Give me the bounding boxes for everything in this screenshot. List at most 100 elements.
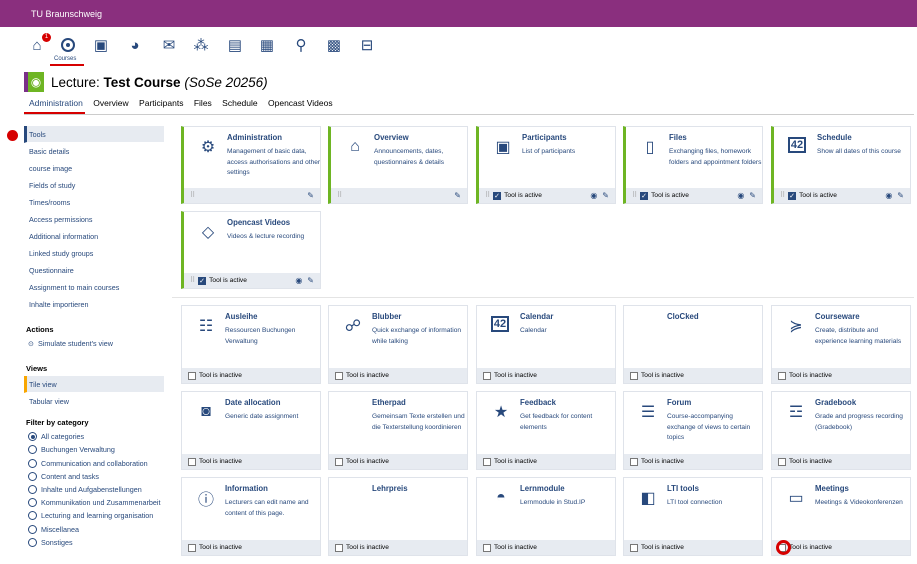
tool-toggle-checkbox[interactable] bbox=[630, 371, 638, 380]
tabular-view-option[interactable]: Tabular view bbox=[24, 393, 164, 411]
category-radio[interactable]: Content and tasks bbox=[24, 470, 164, 483]
radio-button[interactable] bbox=[28, 458, 37, 468]
radio-button[interactable] bbox=[28, 485, 37, 495]
profile-icon[interactable]: ▤ bbox=[226, 36, 244, 54]
sidebar-item-questionnaire[interactable]: Questionnaire bbox=[24, 262, 164, 279]
sidebar-item-main-courses[interactable]: Assignment to main courses bbox=[24, 279, 164, 296]
edit-icon[interactable]: ✎ bbox=[749, 191, 756, 200]
radio-button[interactable] bbox=[28, 537, 37, 547]
tool-toggle-checkbox[interactable] bbox=[483, 371, 491, 380]
tool-toggle-checkbox[interactable] bbox=[630, 543, 638, 552]
visibility-eye-icon[interactable]: ◉ bbox=[590, 191, 597, 200]
radio-button[interactable] bbox=[28, 445, 37, 455]
people-icon[interactable]: ⁂ bbox=[192, 36, 210, 54]
home-icon[interactable]: ⌂ 1 bbox=[28, 33, 51, 54]
drag-handle-icon[interactable]: ⠿ bbox=[485, 188, 490, 203]
tool-tile-forum[interactable]: ☰ Forum Course-accompanying exchange of vi… bbox=[623, 391, 763, 470]
tool-toggle-checkbox[interactable] bbox=[493, 189, 502, 204]
category-radio[interactable]: All categories bbox=[24, 430, 164, 443]
tool-tile-calendar[interactable]: 42 Calendar Calendar Tool is inactive bbox=[476, 305, 616, 384]
edit-icon[interactable]: ✎ bbox=[307, 276, 314, 285]
sidebar-item-access-permissions[interactable]: Access permissions bbox=[24, 211, 164, 228]
tool-tile-lehrpreis[interactable]: Lehrpreis Tool is inactive bbox=[328, 477, 468, 556]
drag-handle-icon[interactable]: ⠿ bbox=[190, 188, 195, 203]
edit-icon[interactable]: ✎ bbox=[602, 191, 609, 200]
tool-tile-clocked[interactable]: CloCked Tool is inactive bbox=[623, 305, 763, 384]
tool-tile-files[interactable]: ▯ Files Exchanging files, homework folders… bbox=[623, 126, 763, 204]
tool-tile-administration[interactable]: ⚙ Administration Management of basic data,… bbox=[181, 126, 321, 204]
radio-button[interactable] bbox=[28, 511, 37, 521]
tool-toggle-checkbox[interactable] bbox=[188, 457, 196, 466]
radio-button[interactable] bbox=[28, 524, 37, 534]
tool-tile-ausleihe[interactable]: ☷ Ausleihe Ressourcen Buchungen Verwaltung… bbox=[181, 305, 321, 384]
drag-handle-icon[interactable]: ⠿ bbox=[337, 188, 342, 203]
tool-tile-information[interactable]: ⓘ Information Lecturers can edit name and … bbox=[181, 477, 321, 556]
tool-toggle-checkbox[interactable] bbox=[483, 543, 491, 552]
tool-tile-overview[interactable]: ⌂ Overview Announcements, dates, questionn… bbox=[328, 126, 468, 204]
category-radio[interactable]: Inhalte und Aufgabenstellungen bbox=[24, 483, 164, 496]
community-icon[interactable]: ◕ bbox=[126, 36, 144, 54]
tool-tile-etherpad[interactable]: Etherpad Gemeinsam Texte erstellen und di… bbox=[328, 391, 468, 470]
tool-tile-participants[interactable]: ▣ Participants List of participants ⠿ Tool i… bbox=[476, 126, 616, 204]
drag-handle-icon[interactable]: ⠿ bbox=[190, 273, 195, 288]
tools-icon[interactable]: ▩ bbox=[325, 36, 343, 54]
tool-tile-lernmodule[interactable]: ◓ Lernmodule Lernmodule in Stud.IP Tool is … bbox=[476, 477, 616, 556]
courses-icon[interactable] bbox=[59, 36, 77, 54]
tile-view-option[interactable]: Tile view bbox=[24, 376, 164, 394]
simulate-student-view-link[interactable]: ⊙ Simulate student's view bbox=[24, 337, 164, 350]
sidebar-item-basic-details[interactable]: Basic details bbox=[24, 143, 164, 160]
tool-toggle-checkbox[interactable] bbox=[778, 371, 786, 380]
tool-tile-courseware[interactable]: ≽ Courseware Create, distribute and experi… bbox=[771, 305, 911, 384]
drag-handle-icon[interactable]: ⠿ bbox=[780, 188, 785, 203]
tool-tile-opencast-videos[interactable]: ◇ Opencast Videos Videos & lecture recordi… bbox=[181, 211, 321, 289]
tool-toggle-checkbox[interactable] bbox=[788, 189, 797, 204]
tab-schedule[interactable]: Schedule bbox=[222, 98, 257, 108]
tool-tile-blubber[interactable]: ☍ Blubber Quick exchange of information wh… bbox=[328, 305, 468, 384]
tool-toggle-checkbox[interactable] bbox=[335, 371, 343, 380]
sidebar-item-tools[interactable]: Tools bbox=[24, 126, 164, 143]
tab-administration[interactable]: Administration bbox=[29, 98, 83, 108]
tool-toggle-checkbox[interactable] bbox=[640, 189, 649, 204]
tool-toggle-checkbox[interactable] bbox=[483, 457, 491, 466]
edit-icon[interactable]: ✎ bbox=[897, 191, 904, 200]
messages-icon[interactable]: ✉ bbox=[160, 36, 178, 54]
tab-overview[interactable]: Overview bbox=[93, 98, 128, 108]
edit-icon[interactable]: ✎ bbox=[454, 191, 461, 200]
visibility-eye-icon[interactable]: ◉ bbox=[295, 276, 302, 285]
tab-opencast[interactable]: Opencast Videos bbox=[268, 98, 333, 108]
tool-tile-lti-tools[interactable]: ◧ LTI tools LTI tool connection Tool is ina… bbox=[623, 477, 763, 556]
visibility-eye-icon[interactable]: ◉ bbox=[737, 191, 744, 200]
tool-tile-date-allocation[interactable]: ◙ Date allocation Generic date assignment T… bbox=[181, 391, 321, 470]
tab-participants[interactable]: Participants bbox=[139, 98, 183, 108]
sidebar-item-times-rooms[interactable]: Times/rooms bbox=[24, 194, 164, 211]
category-radio[interactable]: Buchungen Verwaltung bbox=[24, 443, 164, 456]
sidebar-item-import[interactable]: Inhalte importieren bbox=[24, 296, 164, 313]
tab-files[interactable]: Files bbox=[194, 98, 212, 108]
tool-tile-gradebook[interactable]: ☲ Gradebook Grade and progress recording (… bbox=[771, 391, 911, 470]
courses-label[interactable]: Courses bbox=[54, 56, 76, 62]
sidebar-item-additional-information[interactable]: Additional information bbox=[24, 228, 164, 245]
radio-button[interactable] bbox=[28, 432, 37, 442]
visibility-eye-icon[interactable]: ◉ bbox=[885, 191, 892, 200]
tool-tile-feedback[interactable]: ★ Feedback Get feedback for content elemen… bbox=[476, 391, 616, 470]
tool-toggle-checkbox[interactable] bbox=[630, 457, 638, 466]
tool-toggle-checkbox[interactable] bbox=[188, 543, 196, 552]
tool-toggle-checkbox[interactable] bbox=[335, 543, 343, 552]
drag-handle-icon[interactable]: ⠿ bbox=[632, 188, 637, 203]
tool-toggle-checkbox[interactable] bbox=[198, 274, 207, 289]
sidebar-item-fields-of-study[interactable]: Fields of study bbox=[24, 177, 164, 194]
tool-toggle-checkbox[interactable] bbox=[335, 457, 343, 466]
admin-icon[interactable]: ⊟ bbox=[358, 36, 376, 54]
tool-toggle-checkbox[interactable] bbox=[188, 371, 196, 380]
tool-toggle-checkbox[interactable] bbox=[778, 457, 786, 466]
category-radio[interactable]: Communication and collaboration bbox=[24, 457, 164, 470]
edit-icon[interactable]: ✎ bbox=[307, 191, 314, 200]
category-radio[interactable]: Sonstiges bbox=[24, 536, 164, 549]
radio-button[interactable] bbox=[28, 498, 37, 508]
sidebar-item-linked-study-groups[interactable]: Linked study groups bbox=[24, 245, 164, 262]
news-icon[interactable]: ▣ bbox=[92, 36, 110, 54]
tool-tile-meetings[interactable]: ▭ Meetings Meetings & Videokonferenzen Tool… bbox=[771, 477, 911, 556]
category-radio[interactable]: Kommunikation und Zusammenarbeit bbox=[24, 496, 164, 509]
category-radio[interactable]: Lecturing and learning organisation bbox=[24, 509, 164, 522]
tool-tile-schedule[interactable]: 42 Schedule Show all dates of this course ⠿… bbox=[771, 126, 911, 204]
